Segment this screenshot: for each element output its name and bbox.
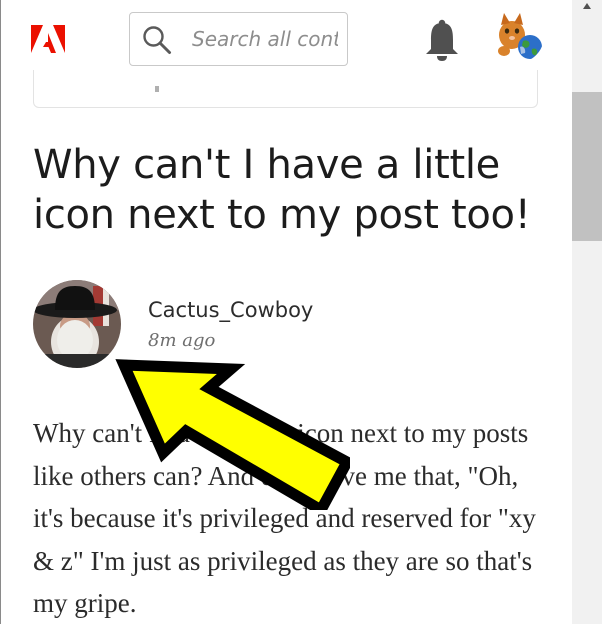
clipped-text-fragment — [155, 86, 159, 92]
author-avatar[interactable] — [33, 280, 121, 368]
author-name[interactable]: Cactus_Cowboy — [148, 298, 313, 322]
kitten-avatar-icon — [490, 9, 544, 63]
search-input[interactable] — [192, 24, 338, 54]
search-icon — [143, 26, 171, 54]
scrollbar-thumb[interactable] — [572, 92, 602, 241]
window-border — [0, 0, 1, 624]
cowboy-avatar-icon — [33, 280, 121, 368]
previous-card-edge — [33, 70, 538, 108]
bell-icon[interactable] — [424, 18, 460, 62]
user-avatar[interactable] — [490, 9, 544, 63]
adobe-logo[interactable] — [31, 25, 65, 53]
scroll-up-arrow-icon[interactable] — [572, 0, 602, 12]
post-title: Why can't I have a little icon next to m… — [33, 142, 531, 238]
search-box[interactable] — [129, 12, 348, 66]
top-navigation-bar — [1, 0, 572, 80]
yellow-arrow-annotation — [115, 359, 350, 510]
